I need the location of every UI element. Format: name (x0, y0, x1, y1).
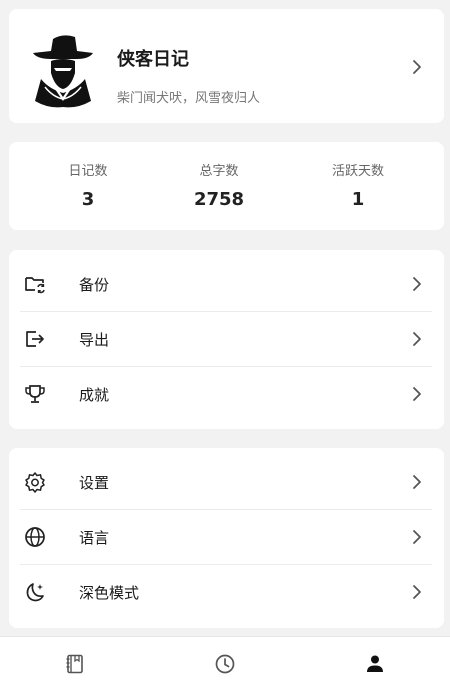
menu-group-settings: 设置 语言 深色模式 (9, 448, 444, 628)
gear-icon (25, 472, 45, 493)
nav-tab-profile[interactable] (300, 637, 450, 682)
profile-name: 侠客日记 (117, 49, 189, 70)
stat-value: 3 (81, 189, 95, 210)
stat-label: 日记数 (68, 164, 108, 179)
chevron-right-icon (413, 277, 421, 291)
stat-label: 活跃天数 (331, 164, 384, 179)
menu-item-backup[interactable]: 备份 (9, 256, 444, 311)
menu-item-label: 深色模式 (79, 584, 140, 602)
menu-item-label: 成就 (79, 386, 110, 404)
stats-card: 日记数 3 总字数 2758 活跃天数 1 (9, 142, 444, 230)
menu-group-data: 备份 导出 成就 (9, 250, 444, 429)
trophy-icon (25, 385, 45, 403)
profile-motto: 柴门闻犬吠，风雪夜归人 (117, 91, 261, 106)
menu-item-language[interactable]: 语言 (9, 509, 444, 564)
stat-active-days: 活跃天数 1 (303, 160, 413, 210)
chevron-right-icon (413, 585, 421, 599)
globe-icon (25, 527, 45, 547)
chevron-right-icon (413, 60, 421, 74)
nav-tab-timeline[interactable] (150, 637, 300, 682)
menu-item-label: 设置 (79, 474, 110, 492)
stat-word-count: 总字数 2758 (164, 160, 274, 210)
chevron-right-icon (413, 332, 421, 346)
moon-icon (26, 583, 44, 602)
stat-value: 2758 (193, 189, 245, 210)
menu-item-settings[interactable]: 设置 (9, 454, 444, 509)
bottom-nav (0, 636, 450, 682)
diary-icon (66, 654, 83, 674)
export-icon (26, 331, 44, 347)
clock-icon (215, 654, 235, 674)
menu-item-label: 导出 (79, 331, 110, 349)
menu-item-achievements[interactable]: 成就 (9, 366, 444, 421)
swordsman-avatar-icon (33, 35, 93, 108)
nav-tab-diary[interactable] (0, 637, 150, 682)
chevron-right-icon (413, 475, 421, 489)
stat-value: 1 (351, 189, 365, 210)
menu-item-export[interactable]: 导出 (9, 311, 444, 366)
folder-sync-icon (25, 277, 45, 294)
chevron-right-icon (413, 530, 421, 544)
chevron-right-icon (413, 387, 421, 401)
menu-item-dark-mode[interactable]: 深色模式 (9, 564, 444, 619)
menu-item-label: 备份 (79, 276, 110, 294)
menu-item-label: 语言 (79, 529, 110, 547)
stat-label: 总字数 (199, 164, 239, 179)
person-icon (367, 655, 383, 672)
profile-card[interactable]: 侠客日记 柴门闻犬吠，风雪夜归人 (9, 9, 444, 123)
stat-diary-count: 日记数 3 (33, 160, 143, 210)
